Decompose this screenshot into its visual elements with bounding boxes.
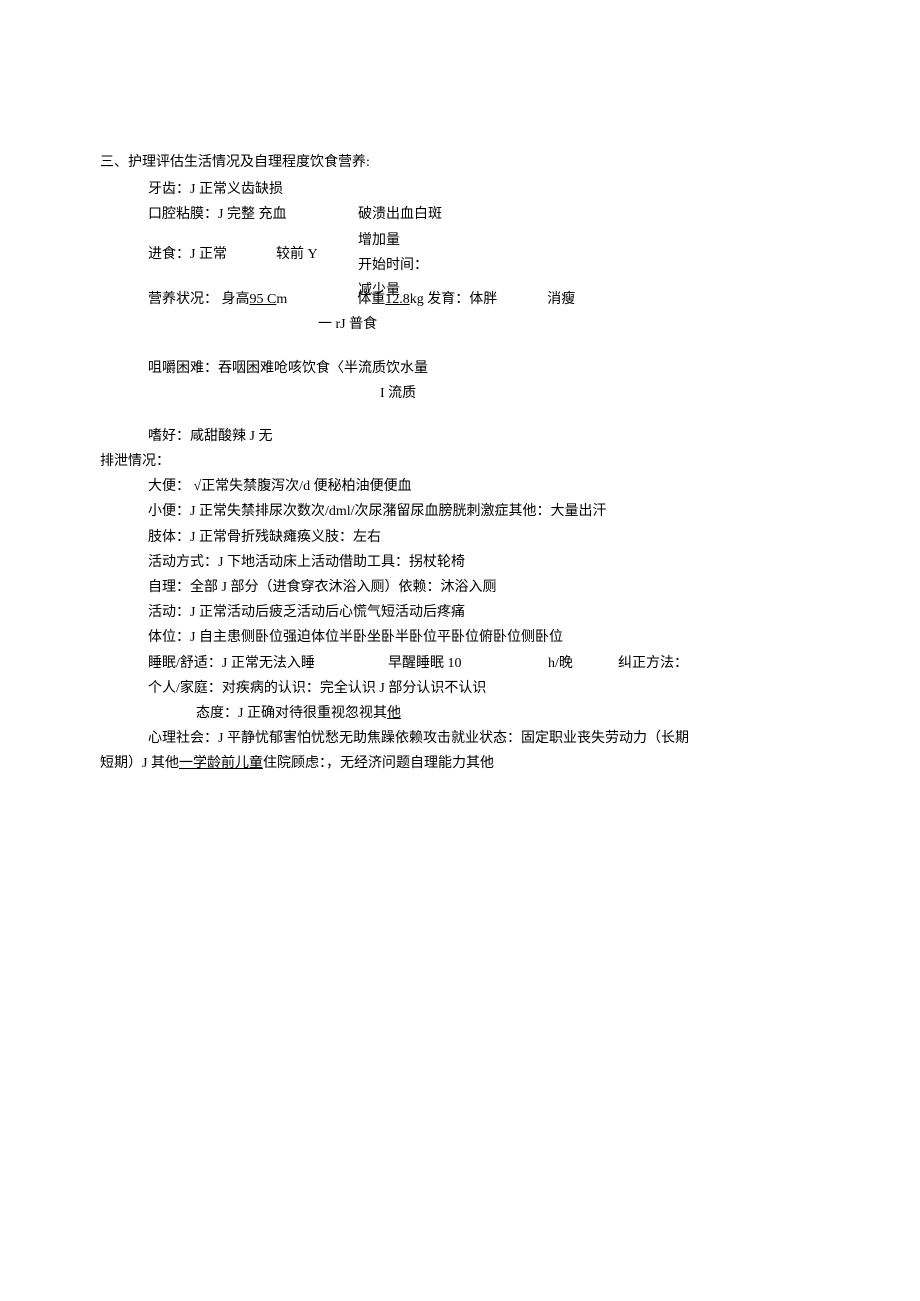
- weight-tail: kg 发育：体胖: [410, 287, 498, 312]
- excretion-title: 排泄情况：: [100, 449, 820, 474]
- intake-r1: 增加量: [358, 228, 428, 253]
- pref-line: 嗜好：咸甜酸辣 J 无: [100, 424, 820, 449]
- psych-line2: 短期）J 其他 一学龄前儿童 住院顾虑：，无经济问题自理能力其他: [100, 751, 820, 776]
- urine-line: 小便：J 正常失禁排尿次数次/dml/次尿潴留尿血膀胱刺激症其他：大量出汗: [100, 499, 820, 524]
- section-title: 三、护理评估生活情况及自理程度饮食营养:: [100, 150, 820, 175]
- psych2-c: 住院顾虑：，无经济问题自理能力其他: [263, 751, 494, 776]
- sleep-a: 睡眠/舒适：J 正常无法入睡: [148, 651, 388, 676]
- liquid-line: I 流质: [100, 381, 820, 406]
- attitude-b: 他: [387, 701, 401, 726]
- mobility-line: 活动方式：J 下地活动床上活动借助工具：拐杖轮椅: [100, 550, 820, 575]
- stool-line: 大便： √正常失禁腹泻次/d 便秘柏油便便血: [100, 474, 820, 499]
- nutrition-left: 营养状况： 身高: [148, 287, 250, 312]
- position-line: 体位：J 自主患侧卧位强迫体位半卧坐卧半卧位平卧位俯卧位侧卧位: [100, 625, 820, 650]
- family-line: 个人/家庭：对疾病的认识：完全认识 J 部分认识不认识: [100, 676, 820, 701]
- intake-left: 进食：J 正常: [148, 228, 276, 267]
- sleep-b: 早醒睡眠 10: [388, 651, 548, 676]
- psych2-b: 一学龄前儿童: [179, 751, 263, 776]
- attitude-line: 态度：J 正确对待很重视忽视其 他: [100, 701, 820, 726]
- intake-r2: 开始时间：: [358, 253, 428, 278]
- sleep-c: h/晚: [548, 651, 618, 676]
- chew-line: 咀嚼困难：吞咽困难呛咳饮食〈半流质饮水量: [100, 356, 820, 381]
- oral-left: 口腔粘膜：J 完整 充血: [148, 202, 358, 227]
- teeth-line: 牙齿：J 正常义齿缺损: [100, 177, 820, 202]
- diet-line: 一 rJ 普食: [100, 312, 820, 337]
- oral-line: 口腔粘膜：J 完整 充血 破溃出血白斑: [100, 202, 820, 227]
- height-unit: m: [276, 287, 287, 312]
- weight-value: 12.8: [385, 287, 410, 312]
- psych2-a: 短期）J 其他: [100, 751, 179, 776]
- intake-mid: 较前 Y: [276, 228, 358, 267]
- selfcare-line: 自理：全部 J 部分（进食穿衣沐浴入厕）依赖：沐浴入厕: [100, 575, 820, 600]
- oral-right: 破溃出血白斑: [358, 202, 442, 227]
- nutrition-line: 营养状况： 身高 95 C m 体重 12.8 kg 发育：体胖 消瘦: [100, 287, 820, 312]
- activity-line: 活动：J 正常活动后疲乏活动后心慌气短活动后疼痛: [100, 600, 820, 625]
- psych-line1: 心理社会：J 平静忧郁害怕忧愁无助焦躁依赖攻击就业状态：固定职业丧失劳动力（长期: [100, 726, 820, 751]
- sleep-line: 睡眠/舒适：J 正常无法入睡 早醒睡眠 10 h/晚 纠正方法：: [100, 651, 820, 676]
- limb-line: 肢体：J 正常骨折残缺瘫痪义肢：左右: [100, 525, 820, 550]
- sleep-d: 纠正方法：: [618, 651, 688, 676]
- attitude-a: 态度：J 正确对待很重视忽视其: [196, 701, 387, 726]
- nutrition-right: 消瘦: [547, 287, 575, 312]
- nutrition-mid: 体重: [357, 287, 385, 312]
- height-value: 95 C: [250, 287, 277, 312]
